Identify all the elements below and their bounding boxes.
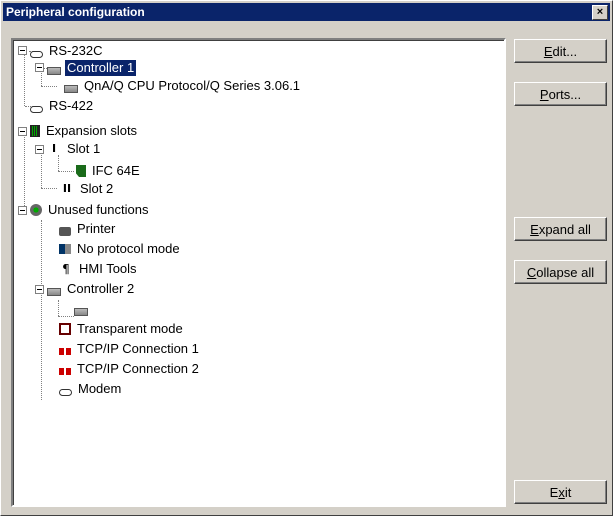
expansion-card-icon — [76, 165, 86, 177]
expand-toggle-unused-functions[interactable] — [18, 206, 27, 215]
tree-node-label: Modem — [78, 381, 122, 396]
tree-node-rs422[interactable]: RS-422 — [30, 97, 95, 115]
tree-node-label: Transparent mode — [77, 321, 183, 336]
tree-node-label: Slot 2 — [80, 181, 114, 196]
tree-node-tcpip-1[interactable]: TCP/IP Connection 1 — [59, 340, 201, 358]
slot-icon: II — [62, 182, 72, 195]
tree-node-label: Slot 1 — [67, 141, 101, 156]
tree-node-label: IFC 64E — [92, 163, 140, 178]
tree-node-label: RS-232C — [49, 43, 103, 58]
tree-node-controller-1[interactable]: Controller 1 — [47, 59, 138, 77]
tree-node-label: Controller 1 — [63, 59, 138, 77]
expansion-slots-icon — [30, 125, 40, 137]
tree-node-label: Unused functions — [48, 202, 149, 217]
peripheral-configuration-dialog: Peripheral configuration × RS-232C Contr… — [0, 0, 613, 516]
collapse-all-mnemonic: C — [526, 265, 537, 280]
network-connection-icon — [59, 367, 71, 375]
tree-node-label: QnA/Q CPU Protocol/Q Series 3.06.1 — [84, 78, 301, 93]
tree-node-slot-2[interactable]: II Slot 2 — [60, 180, 115, 198]
tree-node-label: TCP/IP Connection 1 — [77, 341, 199, 356]
edit-label: dit... — [552, 44, 578, 59]
expand-toggle-expansion-slots[interactable] — [18, 127, 27, 136]
tree-node-label: TCP/IP Connection 2 — [77, 361, 199, 376]
modem-icon — [59, 388, 72, 396]
collapse-all-button[interactable]: Collapse all — [514, 260, 607, 284]
expand-toggle-controller-1[interactable] — [35, 63, 44, 72]
expand-all-button[interactable]: Expand all — [514, 217, 607, 241]
tree-node-label: No protocol mode — [77, 241, 180, 256]
controller-icon — [74, 308, 88, 316]
controller-icon — [64, 85, 78, 93]
edit-button[interactable]: Edit... — [514, 39, 607, 63]
no-protocol-icon — [59, 244, 71, 254]
expand-toggle-controller-2[interactable] — [35, 285, 44, 294]
tree-node-slot-1[interactable]: I Slot 1 — [47, 140, 102, 158]
expand-all-mnemonic: E — [530, 222, 539, 237]
tree-node-label: Printer — [77, 221, 116, 236]
tree-node-modem[interactable]: Modem — [59, 380, 123, 398]
tree-node-printer[interactable]: Printer — [59, 220, 117, 238]
expand-toggle-slot-1[interactable] — [35, 145, 44, 154]
tree-node-hmi-tools[interactable]: ¶ HMI Tools — [59, 260, 139, 278]
tree-node-ifc64e[interactable]: IFC 64E — [76, 162, 142, 180]
controller-icon — [47, 288, 61, 296]
unused-functions-icon — [30, 204, 42, 216]
tree-node-transparent-mode[interactable]: Transparent mode — [59, 320, 185, 338]
tree-node-controller-2-child[interactable] — [74, 300, 96, 318]
tree-node-label: Expansion slots — [46, 123, 138, 138]
serial-port-icon — [30, 105, 43, 113]
tree-node-expansion-slots[interactable]: Expansion slots — [30, 122, 139, 140]
ports-mnemonic: P — [539, 87, 549, 102]
network-connection-icon — [59, 347, 71, 355]
exit-button[interactable]: Exit — [514, 480, 607, 504]
peripheral-tree[interactable]: RS-232C Controller 1 QnA/Q CPU Protocol/… — [11, 38, 506, 507]
close-button[interactable]: × — [592, 5, 608, 20]
printer-icon — [59, 226, 71, 236]
tree-node-unused-functions[interactable]: Unused functions — [30, 201, 150, 219]
edit-mnemonic: E — [543, 44, 553, 59]
window-title: Peripheral configuration — [6, 5, 145, 19]
controller-icon — [47, 67, 61, 75]
serial-port-icon — [30, 50, 43, 58]
ports-button[interactable]: Ports... — [514, 82, 607, 106]
tree-node-label: Controller 2 — [67, 281, 135, 296]
exit-label: it — [564, 485, 572, 500]
expand-all-label: xpand all — [538, 222, 591, 237]
collapse-all-label: ollapse all — [536, 265, 595, 280]
tree-node-rs232c[interactable]: RS-232C — [30, 42, 104, 60]
tree-node-controller-2[interactable]: Controller 2 — [47, 280, 136, 298]
expand-toggle-rs232c[interactable] — [18, 46, 27, 55]
hmi-tools-icon: ¶ — [62, 262, 70, 276]
slot-icon: I — [51, 142, 57, 155]
tree-node-tcpip-2[interactable]: TCP/IP Connection 2 — [59, 360, 201, 378]
title-bar: Peripheral configuration × — [3, 3, 610, 21]
tree-node-label: RS-422 — [49, 98, 94, 113]
tree-node-no-protocol-mode[interactable]: No protocol mode — [59, 240, 182, 258]
tree-node-label: HMI Tools — [79, 261, 137, 276]
tree-node-qna-protocol[interactable]: QnA/Q CPU Protocol/Q Series 3.06.1 — [64, 77, 302, 95]
transparent-mode-icon — [59, 323, 71, 335]
ports-label: orts... — [548, 87, 582, 102]
